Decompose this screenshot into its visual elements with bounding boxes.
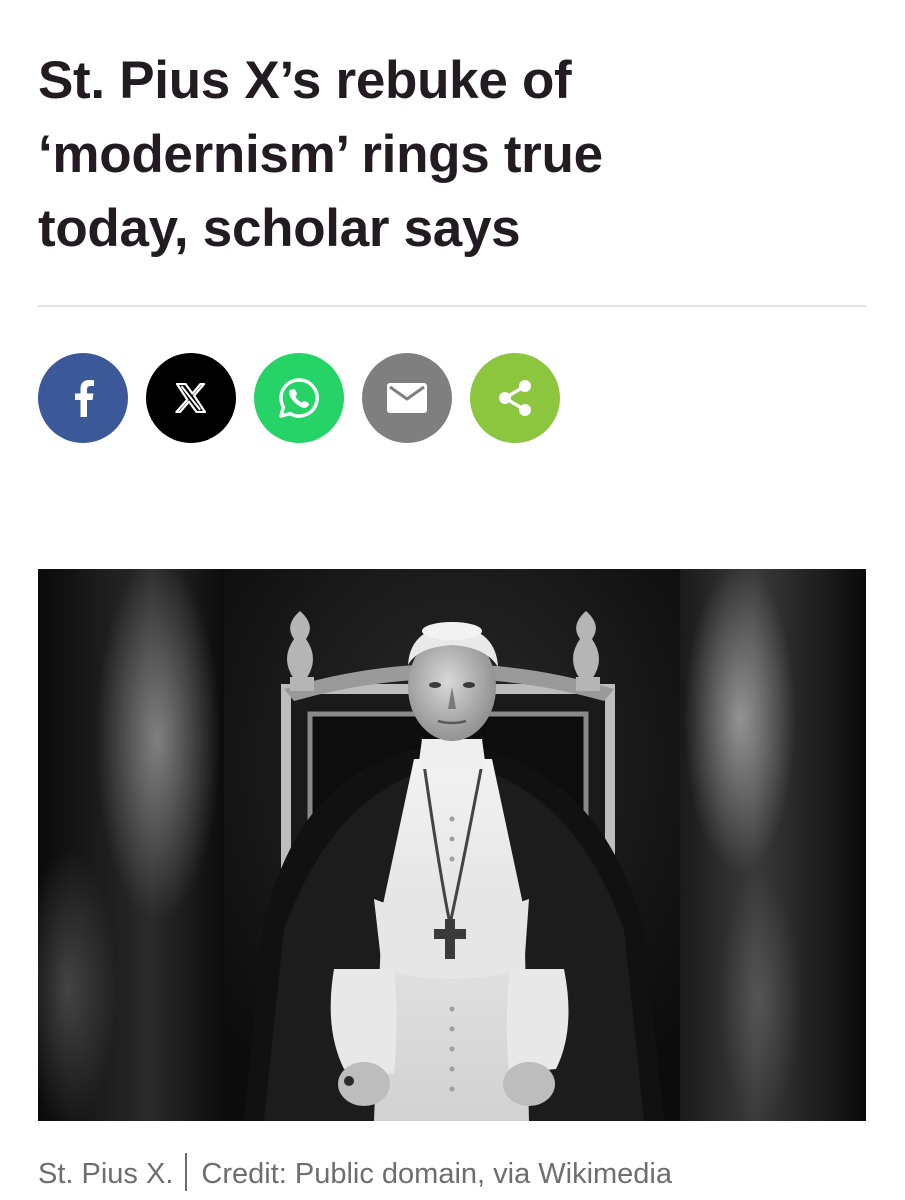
caption-credit: Credit: Public domain, via Wikimedia — [201, 1158, 673, 1190]
headline-line-2: ‘modernism’ rings true — [38, 125, 603, 184]
caption-subject: St. Pius X. — [38, 1158, 174, 1190]
photo-blurred-border-right — [680, 569, 866, 1121]
share-button[interactable] — [470, 353, 560, 443]
mail-icon — [387, 383, 427, 413]
headline-line-1: St. Pius X’s rebuke of — [38, 51, 572, 110]
facebook-icon — [75, 380, 94, 417]
headline-line-3: today, scholar says — [38, 199, 521, 258]
caption-separator — [185, 1153, 188, 1191]
article-page: St. Pius X’s rebuke of ‘modernism’ rings… — [0, 0, 905, 1200]
whatsapp-share-button[interactable] — [254, 353, 344, 443]
share-icon — [499, 380, 531, 416]
photo-blurred-border-left — [38, 569, 224, 1121]
x-icon — [175, 383, 207, 413]
facebook-share-button[interactable] — [38, 353, 128, 443]
headline-divider — [38, 305, 866, 307]
photo-caption: St. Pius X. Credit: Public domain, via Wi… — [38, 1153, 672, 1194]
article-photo — [38, 569, 866, 1121]
x-share-button[interactable] — [146, 353, 236, 443]
whatsapp-icon — [279, 378, 319, 418]
email-share-button[interactable] — [362, 353, 452, 443]
pope-portrait-image — [224, 569, 680, 1121]
article-headline: St. Pius X’s rebuke of ‘modernism’ rings… — [38, 44, 878, 266]
share-buttons — [38, 353, 560, 443]
